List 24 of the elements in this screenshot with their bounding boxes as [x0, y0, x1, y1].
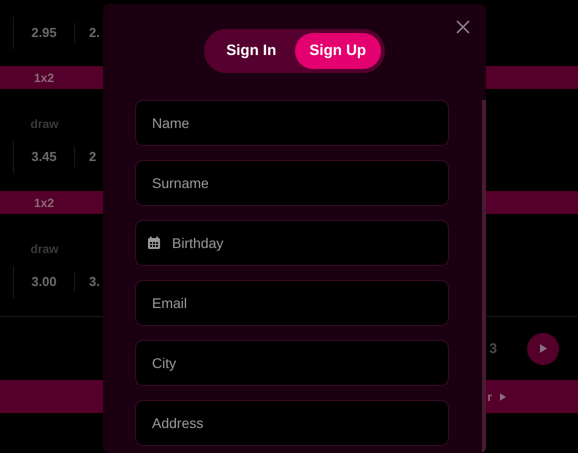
- tab[interactable]: Sign In: [208, 33, 294, 69]
- odds-value: 2.95: [14, 23, 75, 43]
- play-icon: [540, 344, 546, 353]
- tab[interactable]: Sign Up: [294, 33, 381, 69]
- input-field[interactable]: Surname: [135, 160, 449, 206]
- input-field[interactable]: Email: [135, 280, 449, 326]
- input-field[interactable]: Birthday: [135, 220, 449, 266]
- odds-value: 3.00: [14, 272, 75, 292]
- input-field[interactable]: Name: [135, 100, 449, 146]
- input-field[interactable]: City: [135, 340, 449, 386]
- side-text: 3: [489, 339, 497, 358]
- play-icon: [500, 392, 506, 400]
- outcome-label: draw: [29, 116, 60, 133]
- calendar-icon: [147, 236, 161, 250]
- close-icon: [454, 18, 472, 36]
- market-label: 1x2: [32, 70, 56, 86]
- input-field[interactable]: Address: [135, 400, 449, 446]
- outcome-label: draw: [29, 241, 60, 258]
- market-label: 1x2: [32, 194, 56, 212]
- close-button[interactable]: [454, 18, 472, 36]
- odds-value: 3.45: [14, 147, 75, 167]
- band-text: r: [487, 388, 492, 406]
- scrollbar[interactable]: [482, 100, 486, 453]
- play-button[interactable]: [527, 332, 559, 364]
